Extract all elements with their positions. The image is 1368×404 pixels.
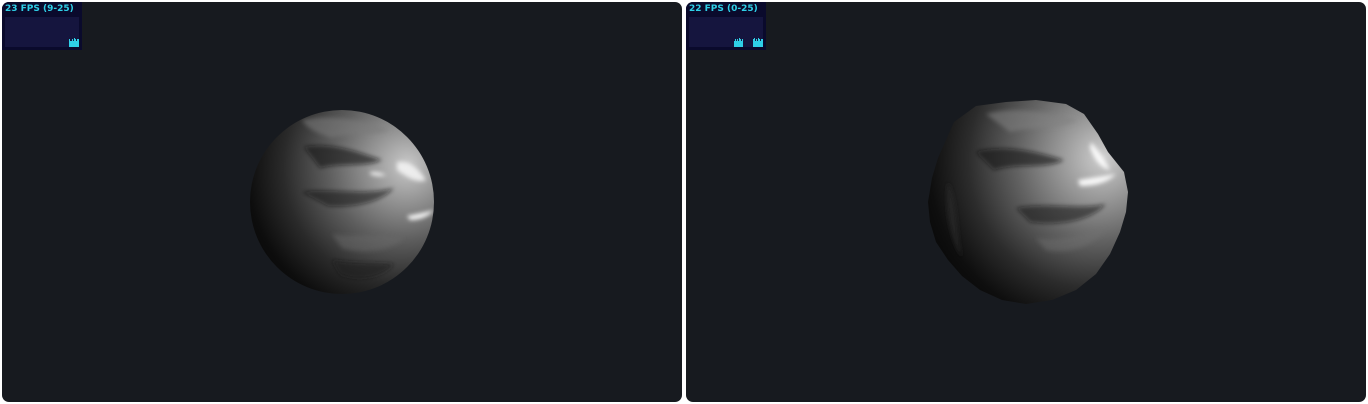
fps-graph-bar	[742, 39, 743, 47]
sphere-scene-left	[250, 110, 434, 294]
sphere-body-right	[928, 100, 1128, 304]
fps-readout: 23 FPS (9-25)	[5, 4, 74, 14]
fps-graph	[5, 17, 79, 47]
fps-graph-bar	[78, 39, 79, 47]
fps-stats-panel: 22 FPS (0-25)	[686, 2, 766, 50]
render-viewport-left[interactable]: 23 FPS (9-25)	[2, 2, 682, 402]
fps-graph-bar	[762, 39, 763, 47]
fps-graph	[689, 17, 763, 47]
fps-readout: 22 FPS (0-25)	[689, 4, 758, 14]
render-viewport-right[interactable]: 22 FPS (0-25)	[686, 2, 1366, 402]
sphere-scene-right	[928, 100, 1128, 304]
fps-stats-panel: 23 FPS (9-25)	[2, 2, 82, 50]
